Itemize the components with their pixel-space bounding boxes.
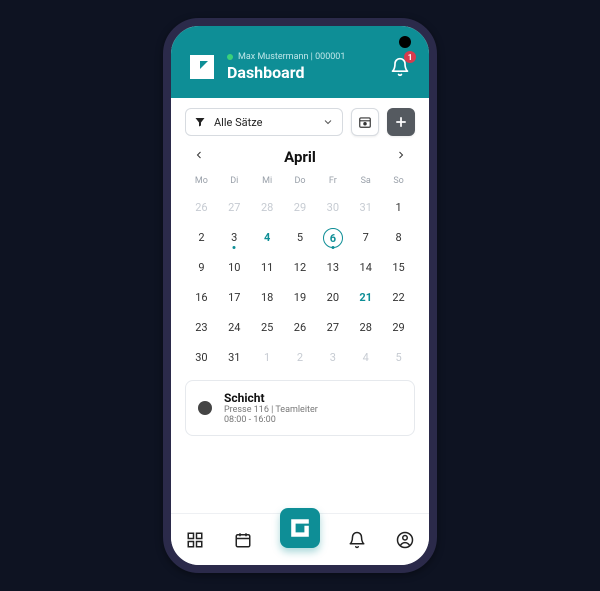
calendar-dow: Di [218,172,251,190]
app-logo [187,52,217,82]
calendar-dow: Fr [316,172,349,190]
app-logo-icon [289,517,311,539]
calendar-day[interactable]: 30 [185,346,218,370]
calendar-day[interactable]: 31 [218,346,251,370]
calendar-day[interactable]: 10 [218,256,251,280]
nav-alerts-button[interactable] [346,529,368,551]
calendar-day[interactable]: 11 [251,256,284,280]
calendar-day[interactable]: 15 [382,256,415,280]
calendar-day[interactable]: 3 [316,346,349,370]
calendar-day[interactable]: 23 [185,316,218,340]
calendar-day[interactable]: 5 [284,226,317,250]
toolbar: Alle Sätze [171,98,429,136]
calendar-dow: Mo [185,172,218,190]
app-header: Max Mustermann | 000001 Dashboard 1 [171,26,429,98]
chevron-right-icon [395,149,407,161]
calendar-day[interactable]: 14 [349,256,382,280]
calendar-day[interactable]: 1 [251,346,284,370]
phone-frame: Max Mustermann | 000001 Dashboard 1 Alle… [163,18,437,573]
event-card[interactable]: Schicht Presse 116 | Teamleiter 08:00 - … [185,380,415,436]
calendar-day[interactable]: 28 [349,316,382,340]
calendar-month-label: April [284,148,316,166]
filter-label: Alle Sätze [214,116,262,129]
nav-profile-button[interactable] [394,529,416,551]
calendar-day[interactable]: 2 [185,226,218,250]
notifications-button[interactable]: 1 [387,54,413,80]
calendar-day[interactable]: 13 [316,256,349,280]
calendar-dow: So [382,172,415,190]
plus-icon [394,115,408,129]
calendar-day[interactable]: 12 [284,256,317,280]
calendar-day[interactable]: 19 [284,286,317,310]
calendar-day[interactable]: 4 [251,226,284,250]
nav-home-button[interactable] [280,508,320,548]
calendar-day[interactable]: 9 [185,256,218,280]
status-dot-icon [227,54,233,60]
calendar-day[interactable]: 22 [382,286,415,310]
page-title: Dashboard [227,63,387,82]
notification-badge: 1 [404,51,416,63]
calendar-day[interactable]: 26 [284,316,317,340]
calendar-day[interactable]: 26 [185,196,218,220]
calendar-day[interactable]: 1 [382,196,415,220]
calendar-dow: Do [284,172,317,190]
calendar-grid: MoDiMiDoFrSaSo26272829303112345678910111… [185,172,415,370]
nav-calendar-button[interactable] [232,529,254,551]
prev-month-button[interactable] [189,149,209,165]
calendar-day[interactable]: 21 [349,286,382,310]
funnel-icon [194,116,206,128]
calendar-day[interactable]: 29 [382,316,415,340]
user-circle-icon [396,531,414,549]
chevron-down-icon [322,116,334,128]
calendar-day[interactable]: 28 [251,196,284,220]
calendar-day[interactable]: 29 [284,196,317,220]
calendar-day[interactable]: 27 [218,196,251,220]
event-time: 08:00 - 16:00 [224,415,318,425]
calendar-day[interactable]: 30 [316,196,349,220]
user-status-line: Max Mustermann | 000001 [227,52,387,62]
event-color-dot-icon [198,401,212,415]
calendar-day[interactable]: 24 [218,316,251,340]
calendar-icon [234,531,252,549]
calendar-today-icon [358,115,372,129]
bottom-nav [171,513,429,565]
calendar-day[interactable]: 27 [316,316,349,340]
camera-cutout [399,36,411,48]
calendar-day[interactable]: 5 [382,346,415,370]
calendar-day[interactable]: 6 [316,226,349,250]
today-button[interactable] [351,108,379,136]
bell-outline-icon [348,531,366,549]
calendar-day[interactable]: 17 [218,286,251,310]
calendar-day[interactable]: 2 [284,346,317,370]
event-title: Schicht [224,391,318,405]
calendar: April MoDiMiDoFrSaSo26272829303112345678… [171,136,429,370]
calendar-day[interactable]: 20 [316,286,349,310]
nav-dashboard-button[interactable] [184,529,206,551]
event-subtitle: Presse 116 | Teamleiter [224,405,318,415]
calendar-day[interactable]: 7 [349,226,382,250]
chevron-left-icon [193,149,205,161]
calendar-day[interactable]: 31 [349,196,382,220]
calendar-dow: Mi [251,172,284,190]
calendar-dow: Sa [349,172,382,190]
calendar-day[interactable]: 25 [251,316,284,340]
calendar-day[interactable]: 4 [349,346,382,370]
calendar-day[interactable]: 8 [382,226,415,250]
next-month-button[interactable] [391,149,411,165]
filter-dropdown[interactable]: Alle Sätze [185,108,343,136]
user-label: Max Mustermann | 000001 [238,52,345,62]
grid-icon [186,531,204,549]
calendar-day[interactable]: 18 [251,286,284,310]
add-button[interactable] [387,108,415,136]
calendar-day[interactable]: 16 [185,286,218,310]
calendar-day[interactable]: 3 [218,226,251,250]
